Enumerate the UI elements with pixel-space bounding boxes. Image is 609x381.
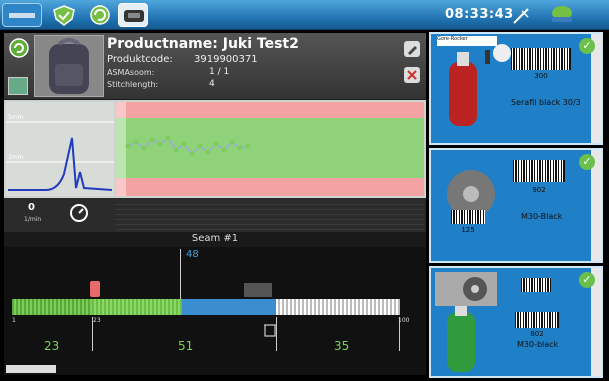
edit-product-icon[interactable] (8, 77, 28, 95)
needle-icon (485, 50, 490, 64)
speed-row: 0 1/min (4, 198, 426, 232)
refresh-icon (90, 5, 110, 25)
segment-bar-3 (276, 299, 400, 315)
asm-label: ASMAsoom: (107, 68, 155, 77)
check-icon: ✓ (579, 272, 595, 288)
backpack-icon (49, 38, 89, 94)
check-icon: ✓ (579, 38, 595, 54)
segment-bar-current (182, 299, 276, 315)
speed-unit: 1/min (24, 216, 42, 223)
tick-23: 23 (93, 317, 101, 324)
end-marker[interactable] (244, 283, 272, 297)
edit-icon[interactable] (404, 41, 420, 57)
system-button[interactable] (2, 3, 42, 27)
status-button[interactable] (548, 3, 576, 27)
barcode-text: 902 (532, 186, 546, 194)
bin-icon[interactable] (262, 321, 278, 341)
product-code-label: Produktcode: (107, 54, 173, 65)
spool-red-icon (443, 52, 483, 136)
segment-bar-1 (12, 299, 92, 315)
shield-check-icon (53, 5, 75, 26)
barcode (511, 48, 571, 70)
thread-card-2[interactable]: ✓ 902 125 M30-Black (429, 148, 603, 263)
seam-title: Seam #1 (191, 233, 239, 244)
product-header: Productname: Juki Test2 Produktcode: 391… (4, 33, 426, 99)
segment-count-1: 23 (44, 339, 60, 353)
main-panel: Productname: Juki Test2 Produktcode: 391… (4, 33, 426, 375)
stitch-grid (116, 200, 424, 230)
segment-bar-2 (92, 299, 182, 315)
barcode (521, 278, 551, 292)
system-icon (9, 13, 35, 18)
segment-count-3: 35 (334, 339, 350, 353)
segment-divider (399, 317, 400, 351)
thread-card-1[interactable]: Gore-Rocker ✓ 300 Serafil black 30/3 (429, 32, 603, 145)
barcode (513, 160, 565, 182)
curve-mid-label: 3mm (8, 154, 24, 161)
clock: 08:33:43 (445, 7, 514, 22)
thread-label: M30-black (517, 340, 559, 349)
sewing-machine-icon (124, 10, 144, 22)
machine-button[interactable] (118, 3, 148, 27)
stitch-curve: 5mm 3mm (6, 102, 114, 196)
stitchlength-value: 4 (209, 79, 215, 89)
tools-icon[interactable] (404, 67, 420, 83)
graph-area: 5mm 3mm (4, 100, 426, 198)
needle-icon (513, 8, 529, 24)
thread-label: M30-Black (521, 212, 563, 221)
product-image (34, 35, 104, 97)
barcode-text: 300 (534, 72, 548, 80)
bobbin-icon (493, 44, 511, 62)
machine-photo (435, 272, 497, 306)
refresh-button[interactable] (86, 3, 114, 27)
card-small-label: Gore-Rocker (437, 36, 497, 46)
speed-value: 0 (28, 202, 35, 213)
barcode (515, 312, 559, 328)
thread-label: Serafil black 30/3 (511, 98, 581, 107)
curve-top-label: 5mm (8, 114, 24, 121)
shield-button[interactable] (50, 3, 78, 27)
start-marker[interactable] (90, 281, 100, 297)
product-code-value: 3919900371 (194, 54, 258, 65)
stitchlength-label: Stitchlength: (107, 80, 159, 89)
position-line (180, 249, 181, 299)
segment-divider (92, 317, 93, 351)
speedometer-icon (68, 202, 90, 228)
tools-button[interactable] (510, 3, 532, 27)
spool-green-icon (441, 306, 481, 380)
status-strip (6, 365, 56, 373)
check-icon: ✓ (579, 154, 595, 170)
spool-code: 125 (461, 226, 475, 234)
barcode-text: 802 (530, 330, 544, 338)
tolerance-band (116, 102, 424, 196)
thread-card-3[interactable]: ✓ 802 M30-black (429, 266, 603, 378)
asm-value: 1 / 1 (209, 67, 230, 77)
segment-count-2: 51 (178, 339, 194, 353)
status-dot-icon (552, 6, 572, 22)
top-toolbar: 08:33:43 (0, 0, 609, 30)
position-value: 48 (186, 249, 199, 260)
seam-track: 48 1 23 100 23 51 35 (4, 247, 426, 375)
tick-start: 1 (12, 317, 16, 324)
refresh-icon[interactable] (8, 37, 30, 59)
product-name: Productname: Juki Test2 (107, 36, 299, 52)
spool-barcode (451, 210, 485, 224)
